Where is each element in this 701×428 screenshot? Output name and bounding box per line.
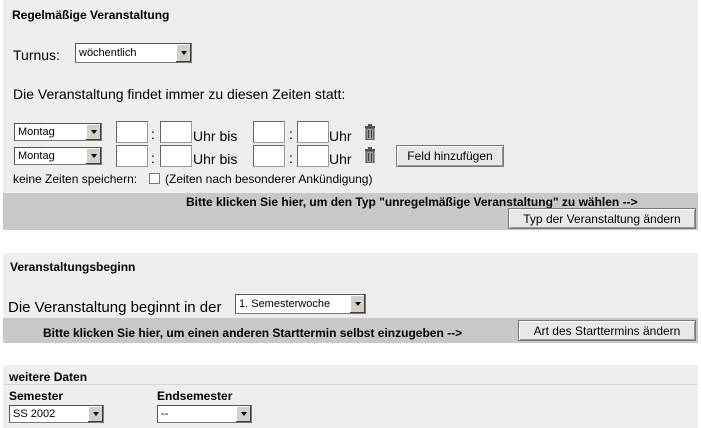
turnus-value: wöchentlich xyxy=(79,47,137,59)
time-colon: : xyxy=(151,150,155,166)
further-panel xyxy=(3,365,698,428)
weekday-select-1[interactable]: Montag xyxy=(14,123,102,141)
end-minute-input-1[interactable] xyxy=(297,121,329,143)
no-times-note: (Zeiten nach besonderer Ankündigung) xyxy=(165,172,373,186)
uhr-label: Uhr xyxy=(329,128,352,144)
start-minute-input-2[interactable] xyxy=(160,145,192,167)
chevron-down-icon xyxy=(349,295,365,313)
type-hint-text: Bitte klicken Sie hier, um den Typ "unre… xyxy=(186,195,638,209)
chevron-down-icon xyxy=(175,44,191,62)
weekday-value: Montag xyxy=(18,126,55,138)
start-minute-input-1[interactable] xyxy=(160,121,192,143)
uhr-bis-label: Uhr bis xyxy=(193,128,238,144)
begin-text: Die Veranstaltung beginnt in der xyxy=(8,299,222,316)
weekday-value: Montag xyxy=(18,150,55,162)
uhr-label: Uhr xyxy=(329,151,352,167)
weekday-select-2[interactable]: Montag xyxy=(14,147,102,165)
no-times-label: keine Zeiten speichern: xyxy=(13,172,138,186)
begin-hint-text: Bitte klicken Sie hier, um einen anderen… xyxy=(43,326,463,340)
semester-label: Semester xyxy=(9,389,64,403)
uhr-bis-label: Uhr bis xyxy=(193,151,238,167)
further-title: weitere Daten xyxy=(9,370,88,384)
end-hour-input-1[interactable] xyxy=(253,121,285,143)
no-times-checkbox[interactable] xyxy=(149,173,160,184)
chevron-down-icon xyxy=(85,148,101,164)
start-week-value: 1. Semesterwoche xyxy=(239,298,331,310)
change-start-button[interactable]: Art des Starttermins ändern xyxy=(518,320,696,341)
time-colon: : xyxy=(151,126,155,142)
endsemester-label: Endsemester xyxy=(157,389,233,403)
start-hour-input-1[interactable] xyxy=(116,121,148,143)
times-intro: Die Veranstaltung findet immer zu diesen… xyxy=(13,86,346,102)
chevron-down-icon xyxy=(87,406,103,422)
turnus-label: Turnus: xyxy=(13,47,60,63)
turnus-select[interactable]: wöchentlich xyxy=(75,43,192,63)
start-week-select[interactable]: 1. Semesterwoche xyxy=(235,294,366,314)
further-divider xyxy=(3,384,698,385)
time-colon: : xyxy=(289,126,293,142)
trash-icon[interactable] xyxy=(365,124,375,140)
begin-title: Veranstaltungsbeginn xyxy=(10,260,136,274)
end-minute-input-2[interactable] xyxy=(297,145,329,167)
end-hour-input-2[interactable] xyxy=(253,145,285,167)
regular-event-title: Regelmäßige Veranstaltung xyxy=(12,8,170,22)
semester-select[interactable]: SS 2002 xyxy=(9,405,104,423)
change-type-button[interactable]: Typ der Veranstaltung ändern xyxy=(508,208,696,229)
chevron-down-icon xyxy=(85,124,101,140)
semester-value: SS 2002 xyxy=(13,408,56,420)
trash-icon[interactable] xyxy=(365,147,375,163)
start-hour-input-2[interactable] xyxy=(116,145,148,167)
add-field-button[interactable]: Feld hinzufügen xyxy=(396,145,504,167)
chevron-down-icon xyxy=(235,406,251,422)
endsemester-select[interactable]: -- xyxy=(157,405,252,423)
endsemester-value: -- xyxy=(161,408,169,420)
time-colon: : xyxy=(289,150,293,166)
